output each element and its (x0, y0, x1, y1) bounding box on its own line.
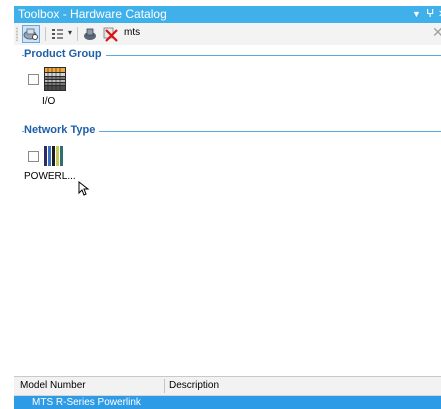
network-item-powerlink[interactable]: POWERL... (24, 144, 86, 186)
column-header-description[interactable]: Description (169, 377, 219, 395)
filter-button[interactable] (49, 25, 67, 43)
column-header-model-number[interactable]: Model Number (20, 377, 86, 395)
clear-search-icon[interactable]: ✕ (432, 24, 441, 41)
catalog-content: Product Group I/O Network Type POWERL... (14, 45, 441, 373)
powerlink-icon (44, 146, 63, 166)
item-label: I/O (42, 96, 56, 107)
item-checkbox[interactable] (28, 151, 39, 162)
add-device-button[interactable] (81, 25, 99, 43)
toolbar: ▾ mts ✕ (14, 23, 441, 46)
toolbar-grip[interactable] (16, 27, 18, 41)
table-row[interactable]: MTS R-Series Powerlink (14, 396, 441, 409)
hardware-catalog-window: Toolbox - Hardware Catalog ▼ ⵖ ✕ (0, 0, 441, 409)
remove-filter-icon (103, 27, 118, 42)
product-item-io[interactable]: I/O (28, 67, 78, 109)
search-input[interactable]: mts (124, 27, 140, 38)
catalog-icon (23, 28, 38, 40)
group-header-network-type[interactable]: Network Type (22, 124, 441, 138)
toolbar-separator (45, 27, 46, 41)
group-label: Network Type (24, 124, 100, 136)
column-resizer[interactable] (164, 379, 165, 393)
remove-filter-button[interactable] (101, 25, 119, 43)
io-module-icon (44, 67, 66, 91)
dropdown-arrow-icon[interactable]: ▼ (412, 6, 421, 23)
catalog-view-button[interactable] (22, 25, 40, 43)
group-label: Product Group (24, 48, 106, 60)
item-checkbox[interactable] (28, 74, 39, 85)
chevron-down-icon[interactable]: ▾ (68, 28, 72, 37)
toolbar-separator (77, 27, 78, 41)
device-icon (84, 28, 96, 40)
group-header-product-group[interactable]: Product Group (22, 48, 441, 62)
pin-icon[interactable]: ⵖ (426, 6, 434, 23)
model-number-cell: MTS R-Series Powerlink (32, 397, 141, 408)
mouse-cursor-icon (78, 181, 90, 196)
window-title: Toolbox - Hardware Catalog (18, 7, 167, 21)
item-label: POWERL... (24, 171, 76, 182)
filter-icon (52, 29, 63, 39)
results-grid-header: Model Number Description (14, 376, 441, 396)
title-bar: Toolbox - Hardware Catalog ▼ ⵖ ✕ (14, 6, 441, 23)
